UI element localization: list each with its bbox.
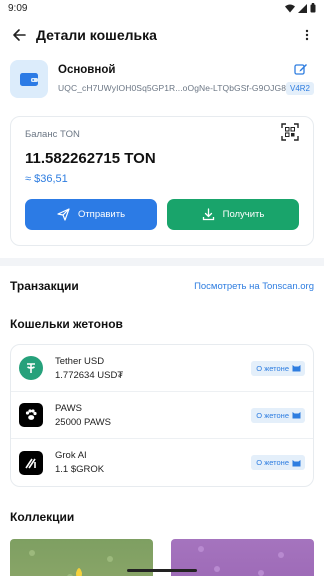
- qr-scan-icon: [281, 123, 299, 141]
- jetton-name: Tether USD: [55, 355, 105, 367]
- collections-title: Коллекции: [10, 510, 75, 524]
- jetton-row[interactable]: Tether USD 1.772634 USD₮ О жетоне: [11, 345, 313, 392]
- more-vertical-icon: [305, 29, 309, 41]
- receive-button[interactable]: Получить: [167, 199, 299, 230]
- about-jetton-button[interactable]: О жетоне: [251, 455, 305, 470]
- jetton-name: Grok AI: [55, 450, 87, 461]
- about-jetton-label: О жетоне: [256, 458, 289, 467]
- jettons-title: Кошельки жетонов: [10, 317, 123, 331]
- about-jetton-label: О жетоне: [256, 363, 289, 373]
- back-button[interactable]: [8, 24, 30, 46]
- receive-button-label: Получить: [222, 209, 265, 220]
- collections-header: Коллекции: [0, 501, 324, 533]
- send-button-label: Отправить: [77, 209, 126, 220]
- jetton-info: PAWS 25000 PAWS: [55, 403, 251, 428]
- paws-logo-icon: [19, 403, 43, 427]
- battery-icon: [310, 3, 316, 13]
- tether-logo-icon: [19, 356, 43, 380]
- wallet-version-badge: V4R2: [285, 82, 314, 95]
- balance-value: 11.582262715 TON: [25, 150, 156, 167]
- jetton-row[interactable]: Grok AI 1.1 $GROK О жетоне: [11, 439, 313, 486]
- wallet-header: Основной UQC_cH7UWyIOH0Sq5GP1R...oOgNe-L…: [0, 58, 324, 108]
- jetton-amount: 25000 PAWS: [55, 416, 111, 428]
- page-title: Детали кошелька: [36, 27, 157, 43]
- transactions-header: Транзакции Посмотреть на Tonscan.org: [0, 270, 324, 302]
- cat-icon: [292, 365, 301, 372]
- jetton-name: PAWS: [55, 402, 82, 414]
- jetton-amount: 1.772634 USD₮: [55, 369, 124, 381]
- send-button[interactable]: Отправить: [25, 199, 157, 230]
- about-jetton-label: О жетоне: [256, 410, 289, 420]
- home-indicator[interactable]: [127, 569, 197, 572]
- status-icons: [285, 3, 316, 13]
- app-bar: Детали кошелька: [0, 16, 324, 54]
- about-jetton-button[interactable]: О жетоне: [251, 360, 305, 376]
- cat-icon: [292, 459, 301, 466]
- signal-icon: [298, 3, 307, 13]
- jetton-amount: 1.1 $GROK: [55, 464, 105, 475]
- wallet-name: Основной: [58, 64, 116, 76]
- download-icon: [202, 208, 214, 221]
- arrow-left-icon: [13, 29, 26, 41]
- tonscan-link[interactable]: Посмотреть на Tonscan.org: [194, 281, 314, 292]
- about-jetton-button[interactable]: О жетоне: [251, 407, 305, 423]
- send-icon: [57, 208, 70, 221]
- balance-fiat: ≈ $36,51: [25, 173, 68, 185]
- wifi-icon: [285, 4, 295, 12]
- status-time: 9:09: [8, 2, 28, 14]
- jetton-list: Tether USD 1.772634 USD₮ О жетоне PAWS 2…: [10, 344, 314, 487]
- more-menu-button[interactable]: [298, 24, 316, 46]
- section-divider: [0, 258, 324, 266]
- wallet-address[interactable]: UQC_cH7UWyIOH0Sq5GP1R...oOgNe-LTQbGSf-G9…: [58, 83, 295, 93]
- cat-icon: [292, 412, 301, 419]
- balance-card: Баланс TON 11.582262715 TON ≈ $36,51 Отп…: [10, 116, 314, 246]
- edit-icon: [294, 64, 307, 75]
- transactions-title: Транзакции: [10, 279, 79, 293]
- grok-logo-icon: [19, 450, 43, 475]
- wallet-avatar: [10, 60, 48, 98]
- qr-code-button[interactable]: [281, 123, 301, 143]
- edit-wallet-button[interactable]: [294, 62, 312, 80]
- wallet-icon: [20, 73, 38, 86]
- jetton-info: Tether USD 1.772634 USD₮: [55, 356, 251, 381]
- balance-actions: Отправить Получить: [25, 199, 299, 230]
- balance-label: Баланс TON: [25, 129, 80, 140]
- jetton-row[interactable]: PAWS 25000 PAWS О жетоне: [11, 392, 313, 439]
- status-bar: 9:09: [0, 0, 324, 16]
- jettons-header: Кошельки жетонов: [0, 308, 324, 340]
- jetton-info: Grok AI 1.1 $GROK: [55, 450, 251, 475]
